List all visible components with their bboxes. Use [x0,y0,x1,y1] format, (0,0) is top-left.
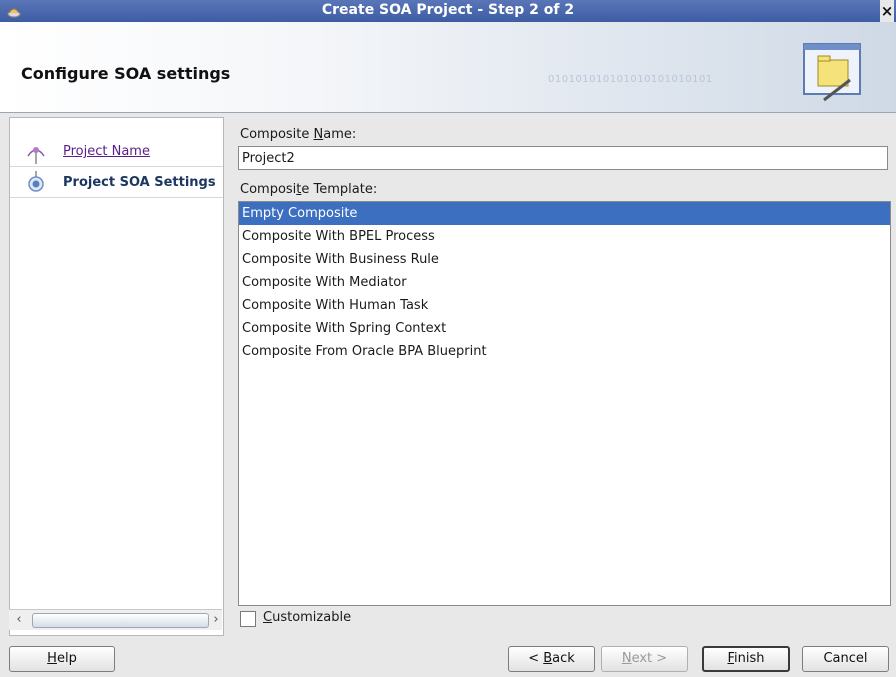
page-title: Configure SOA settings [21,64,231,83]
composite-name-label: Composite Name: [240,127,357,142]
customizable-checkbox[interactable] [240,611,256,627]
next-button[interactable]: Next > [601,646,688,672]
scroll-right-icon[interactable]: › [209,612,223,627]
list-item[interactable]: Composite With Business Rule [239,248,890,271]
composite-template-list[interactable]: Empty Composite Composite With BPEL Proc… [238,201,891,606]
binary-decoration: 010101010101010101010101 [548,74,713,85]
list-item[interactable]: Empty Composite [239,202,890,225]
list-item[interactable]: Composite With Mediator [239,271,890,294]
customizable-label[interactable]: Customizable [263,610,351,625]
cancel-button[interactable]: Cancel [802,646,889,672]
wizard-steps-panel: Project Name Project SOA Settings [9,117,224,636]
composite-name-input[interactable]: Project2 [238,146,888,170]
nav-item-label[interactable]: Project Name [63,144,150,159]
scrollbar-thumb[interactable] [32,613,209,628]
folder-window-icon [803,43,861,102]
list-item[interactable]: Composite With Spring Context [239,317,890,340]
nav-horizontal-scrollbar[interactable]: ‹ › [9,609,222,630]
list-item[interactable]: Composite With BPEL Process [239,225,890,248]
step-current-icon [28,171,44,192]
nav-item-project-soa-settings[interactable]: Project SOA Settings [10,166,223,198]
nav-item-label: Project SOA Settings [63,175,216,190]
title-bar[interactable]: Create SOA Project - Step 2 of 2 × [0,0,896,22]
back-button[interactable]: < Back [508,646,595,672]
close-icon[interactable]: × [880,0,894,22]
header-banner: Configure SOA settings 01010101010101010… [0,22,896,113]
list-item[interactable]: Composite With Human Task [239,294,890,317]
scroll-left-icon[interactable]: ‹ [12,612,26,627]
list-item[interactable]: Composite From Oracle BPA Blueprint [239,340,890,363]
window-title: Create SOA Project - Step 2 of 2 [321,2,575,18]
help-button[interactable]: Help [9,646,115,672]
nav-item-project-name[interactable]: Project Name [10,136,223,166]
step-visited-icon [27,147,45,164]
finish-button[interactable]: Finish [702,646,790,672]
composite-template-label: Composite Template: [240,182,378,197]
